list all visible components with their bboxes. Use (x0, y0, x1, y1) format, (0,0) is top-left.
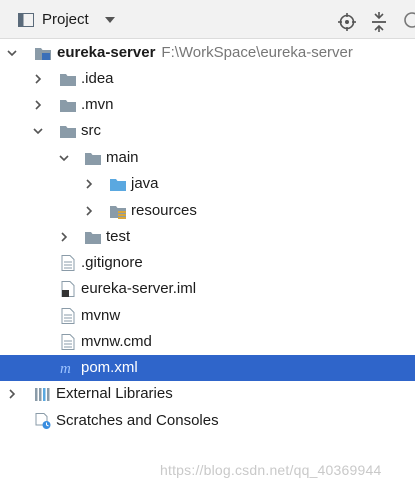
locate-target-icon[interactable] (338, 13, 356, 31)
tree-item-label: Scratches and Consoles (56, 412, 219, 429)
tree-item-label: main (106, 149, 139, 166)
tree-item-label: eureka-server (57, 44, 156, 61)
resources-folder-icon (110, 206, 126, 219)
tree-item-label: eureka-server.iml (81, 280, 197, 297)
text-file-icon (61, 255, 75, 271)
svg-text:m: m (60, 361, 71, 376)
tree-item-mvnw[interactable]: mvnw (0, 303, 415, 329)
tree-item-scratches[interactable]: Scratches and Consoles (0, 408, 415, 434)
tree-item-label: java (131, 175, 159, 192)
tree-item-src[interactable]: src (0, 118, 415, 144)
chevron-down-icon[interactable] (33, 126, 43, 136)
project-toolbar: Project (0, 0, 415, 39)
tree-item-iml[interactable]: eureka-server.iml (0, 276, 415, 302)
tree-item-label: pom.xml (81, 359, 138, 376)
tree-item-label: .mvn (81, 96, 114, 113)
iml-file-icon (61, 281, 75, 297)
tree-item-java[interactable]: java (0, 171, 415, 197)
module-folder-icon (35, 48, 51, 60)
tree-item-label: src (81, 122, 101, 139)
tree-item-main[interactable]: main (0, 145, 415, 171)
chevron-down-icon[interactable] (7, 48, 17, 58)
tree-item-idea[interactable]: .idea (0, 66, 415, 92)
source-folder-icon (110, 179, 126, 191)
project-view-title[interactable]: Project (42, 11, 89, 28)
tree-item-test[interactable]: test (0, 224, 415, 250)
text-file-icon (61, 334, 75, 350)
text-file-icon (61, 308, 75, 324)
settings-icon[interactable] (402, 8, 415, 32)
tree-item-label: External Libraries (56, 385, 173, 402)
tree-item-label: mvnw (81, 307, 121, 324)
scratches-icon (35, 413, 51, 429)
folder-icon (60, 74, 76, 86)
tree-item-mvn[interactable]: .mvn (0, 92, 415, 118)
project-view-icon[interactable] (18, 13, 34, 27)
tree-item-label: .idea (81, 70, 114, 87)
chevron-right-icon[interactable] (33, 100, 43, 110)
dropdown-caret-icon[interactable] (105, 17, 115, 24)
tree-item-label: resources (131, 202, 197, 219)
chevron-right-icon[interactable] (7, 389, 17, 399)
chevron-right-icon[interactable] (84, 179, 94, 189)
chevron-down-icon[interactable] (59, 153, 69, 163)
tree-item-pom-xml[interactable]: m pom.xml (0, 355, 415, 381)
collapse-all-icon[interactable] (370, 12, 388, 32)
folder-icon (60, 100, 76, 112)
watermark-text: https://blog.csdn.net/qq_40369944 (160, 462, 382, 478)
tree-item-label: test (106, 228, 131, 245)
project-path-label: F:\WorkSpace\eureka-server (161, 44, 353, 61)
tree-item-external-libraries[interactable]: External Libraries (0, 381, 415, 407)
tree-item-eureka-server[interactable]: eureka-server F:\WorkSpace\eureka-server (0, 40, 415, 66)
chevron-right-icon[interactable] (33, 74, 43, 84)
maven-icon: m (60, 361, 71, 376)
folder-icon (60, 126, 76, 138)
libraries-icon (35, 388, 50, 401)
chevron-right-icon[interactable] (59, 232, 69, 242)
chevron-right-icon[interactable] (84, 206, 94, 216)
folder-icon (85, 232, 101, 244)
tree-item-gitignore[interactable]: .gitignore (0, 250, 415, 276)
folder-icon (85, 153, 101, 165)
tree-item-label: .gitignore (81, 254, 143, 271)
tree-item-mvnw-cmd[interactable]: mvnw.cmd (0, 329, 415, 355)
tree-item-resources[interactable]: resources (0, 198, 415, 224)
project-tree: eureka-server F:\WorkSpace\eureka-server … (0, 39, 415, 495)
tree-item-label: mvnw.cmd (81, 333, 152, 350)
